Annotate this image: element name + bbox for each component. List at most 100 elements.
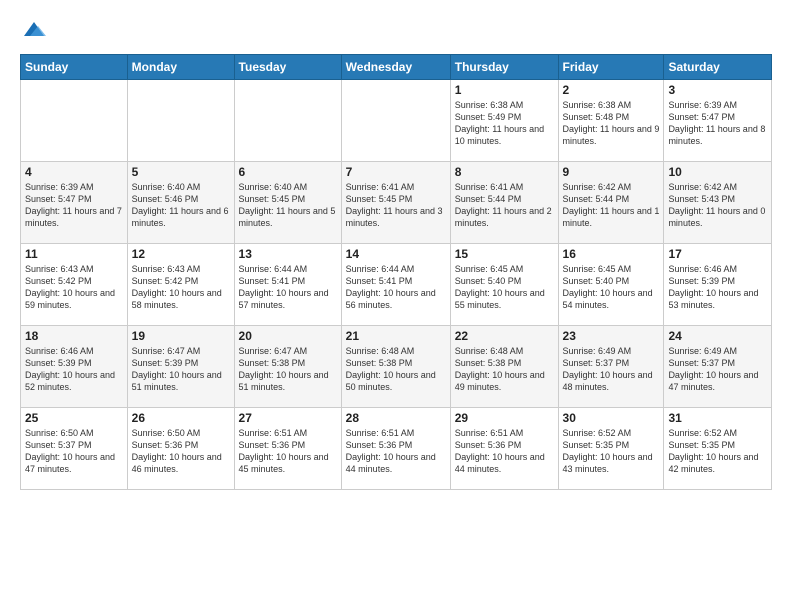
weekday-header-thursday: Thursday [450, 55, 558, 80]
calendar-cell: 23 Sunrise: 6:49 AM Sunset: 5:37 PM Dayli… [558, 326, 664, 408]
day-number: 7 [346, 165, 446, 179]
day-info: Sunrise: 6:50 AM Sunset: 5:36 PM Dayligh… [132, 427, 230, 476]
calendar-cell: 17 Sunrise: 6:46 AM Sunset: 5:39 PM Dayli… [664, 244, 772, 326]
calendar-cell: 3Sunrise: 6:39 AM Sunset: 5:47 PM Daylig… [664, 80, 772, 162]
calendar-cell: 30 Sunrise: 6:52 AM Sunset: 5:35 PM Dayli… [558, 408, 664, 490]
day-info: Sunrise: 6:42 AM Sunset: 5:44 PM Dayligh… [563, 181, 660, 230]
weekday-header-monday: Monday [127, 55, 234, 80]
calendar-cell: 15 Sunrise: 6:45 AM Sunset: 5:40 PM Dayli… [450, 244, 558, 326]
day-info: Sunrise: 6:43 AM Sunset: 5:42 PM Dayligh… [132, 263, 230, 312]
calendar-cell [234, 80, 341, 162]
calendar-cell: 9 Sunrise: 6:42 AM Sunset: 5:44 PM Daylig… [558, 162, 664, 244]
calendar-cell: 21 Sunrise: 6:48 AM Sunset: 5:38 PM Dayli… [341, 326, 450, 408]
calendar: SundayMondayTuesdayWednesdayThursdayFrid… [20, 54, 772, 490]
day-number: 17 [668, 247, 767, 261]
calendar-cell: 19Sunrise: 6:47 AM Sunset: 5:39 PM Dayli… [127, 326, 234, 408]
calendar-cell: 20Sunrise: 6:47 AM Sunset: 5:38 PM Dayli… [234, 326, 341, 408]
day-info: Sunrise: 6:46 AM Sunset: 5:39 PM Dayligh… [25, 345, 123, 394]
day-info: Sunrise: 6:43 AM Sunset: 5:42 PM Dayligh… [25, 263, 123, 312]
day-info: Sunrise: 6:40 AM Sunset: 5:46 PM Dayligh… [132, 181, 230, 230]
calendar-cell: 11 Sunrise: 6:43 AM Sunset: 5:42 PM Dayli… [21, 244, 128, 326]
day-number: 4 [25, 165, 123, 179]
day-info: Sunrise: 6:46 AM Sunset: 5:39 PM Dayligh… [668, 263, 767, 312]
day-number: 23 [563, 329, 660, 343]
week-row-2: 4 Sunrise: 6:39 AM Sunset: 5:47 PM Daylig… [21, 162, 772, 244]
calendar-cell: 12 Sunrise: 6:43 AM Sunset: 5:42 PM Dayli… [127, 244, 234, 326]
logo [20, 16, 52, 44]
day-number: 30 [563, 411, 660, 425]
day-number: 31 [668, 411, 767, 425]
weekday-header-wednesday: Wednesday [341, 55, 450, 80]
day-info: Sunrise: 6:51 AM Sunset: 5:36 PM Dayligh… [346, 427, 446, 476]
day-number: 5 [132, 165, 230, 179]
calendar-cell: 27 Sunrise: 6:51 AM Sunset: 5:36 PM Dayli… [234, 408, 341, 490]
day-number: 25 [25, 411, 123, 425]
day-number: 18 [25, 329, 123, 343]
day-number: 10 [668, 165, 767, 179]
day-info: Sunrise: 6:48 AM Sunset: 5:38 PM Dayligh… [346, 345, 446, 394]
day-info: Sunrise: 6:49 AM Sunset: 5:37 PM Dayligh… [668, 345, 767, 394]
calendar-cell: 8 Sunrise: 6:41 AM Sunset: 5:44 PM Daylig… [450, 162, 558, 244]
calendar-cell: 22 Sunrise: 6:48 AM Sunset: 5:38 PM Dayli… [450, 326, 558, 408]
day-number: 22 [455, 329, 554, 343]
weekday-header-row: SundayMondayTuesdayWednesdayThursdayFrid… [21, 55, 772, 80]
day-info: Sunrise: 6:41 AM Sunset: 5:45 PM Dayligh… [346, 181, 446, 230]
day-number: 9 [563, 165, 660, 179]
day-number: 26 [132, 411, 230, 425]
calendar-cell: 6 Sunrise: 6:40 AM Sunset: 5:45 PM Daylig… [234, 162, 341, 244]
day-info: Sunrise: 6:44 AM Sunset: 5:41 PM Dayligh… [239, 263, 337, 312]
day-number: 13 [239, 247, 337, 261]
day-info: Sunrise: 6:45 AM Sunset: 5:40 PM Dayligh… [455, 263, 554, 312]
calendar-cell: 25Sunrise: 6:50 AM Sunset: 5:37 PM Dayli… [21, 408, 128, 490]
day-info: Sunrise: 6:52 AM Sunset: 5:35 PM Dayligh… [563, 427, 660, 476]
calendar-cell: 28 Sunrise: 6:51 AM Sunset: 5:36 PM Dayli… [341, 408, 450, 490]
day-info: Sunrise: 6:40 AM Sunset: 5:45 PM Dayligh… [239, 181, 337, 230]
weekday-header-saturday: Saturday [664, 55, 772, 80]
calendar-cell [127, 80, 234, 162]
day-number: 20 [239, 329, 337, 343]
calendar-cell: 14Sunrise: 6:44 AM Sunset: 5:41 PM Dayli… [341, 244, 450, 326]
day-number: 19 [132, 329, 230, 343]
day-info: Sunrise: 6:44 AM Sunset: 5:41 PM Dayligh… [346, 263, 446, 312]
day-info: Sunrise: 6:51 AM Sunset: 5:36 PM Dayligh… [455, 427, 554, 476]
day-number: 15 [455, 247, 554, 261]
day-info: Sunrise: 6:41 AM Sunset: 5:44 PM Dayligh… [455, 181, 554, 230]
day-info: Sunrise: 6:49 AM Sunset: 5:37 PM Dayligh… [563, 345, 660, 394]
calendar-cell: 29 Sunrise: 6:51 AM Sunset: 5:36 PM Dayli… [450, 408, 558, 490]
weekday-header-friday: Friday [558, 55, 664, 80]
calendar-cell: 16Sunrise: 6:45 AM Sunset: 5:40 PM Dayli… [558, 244, 664, 326]
calendar-cell [341, 80, 450, 162]
day-info: Sunrise: 6:38 AM Sunset: 5:48 PM Dayligh… [563, 99, 660, 148]
weekday-header-tuesday: Tuesday [234, 55, 341, 80]
calendar-cell: 2 Sunrise: 6:38 AM Sunset: 5:48 PM Daylig… [558, 80, 664, 162]
calendar-cell: 18 Sunrise: 6:46 AM Sunset: 5:39 PM Dayli… [21, 326, 128, 408]
logo-icon [20, 16, 48, 44]
day-info: Sunrise: 6:48 AM Sunset: 5:38 PM Dayligh… [455, 345, 554, 394]
day-number: 28 [346, 411, 446, 425]
week-row-1: 1Sunrise: 6:38 AM Sunset: 5:49 PM Daylig… [21, 80, 772, 162]
day-number: 11 [25, 247, 123, 261]
week-row-5: 25Sunrise: 6:50 AM Sunset: 5:37 PM Dayli… [21, 408, 772, 490]
day-number: 8 [455, 165, 554, 179]
calendar-cell: 7 Sunrise: 6:41 AM Sunset: 5:45 PM Daylig… [341, 162, 450, 244]
calendar-cell: 24 Sunrise: 6:49 AM Sunset: 5:37 PM Dayli… [664, 326, 772, 408]
calendar-cell: 5 Sunrise: 6:40 AM Sunset: 5:46 PM Daylig… [127, 162, 234, 244]
day-info: Sunrise: 6:51 AM Sunset: 5:36 PM Dayligh… [239, 427, 337, 476]
header [20, 16, 772, 44]
day-number: 24 [668, 329, 767, 343]
calendar-cell: 13 Sunrise: 6:44 AM Sunset: 5:41 PM Dayli… [234, 244, 341, 326]
day-number: 21 [346, 329, 446, 343]
day-number: 16 [563, 247, 660, 261]
day-number: 27 [239, 411, 337, 425]
calendar-cell: 26 Sunrise: 6:50 AM Sunset: 5:36 PM Dayli… [127, 408, 234, 490]
day-number: 29 [455, 411, 554, 425]
calendar-cell: 10 Sunrise: 6:42 AM Sunset: 5:43 PM Dayli… [664, 162, 772, 244]
day-info: Sunrise: 6:39 AM Sunset: 5:47 PM Dayligh… [25, 181, 123, 230]
day-info: Sunrise: 6:42 AM Sunset: 5:43 PM Dayligh… [668, 181, 767, 230]
day-number: 12 [132, 247, 230, 261]
calendar-cell: 4 Sunrise: 6:39 AM Sunset: 5:47 PM Daylig… [21, 162, 128, 244]
day-number: 6 [239, 165, 337, 179]
day-number: 2 [563, 83, 660, 97]
day-number: 1 [455, 83, 554, 97]
day-number: 3 [668, 83, 767, 97]
